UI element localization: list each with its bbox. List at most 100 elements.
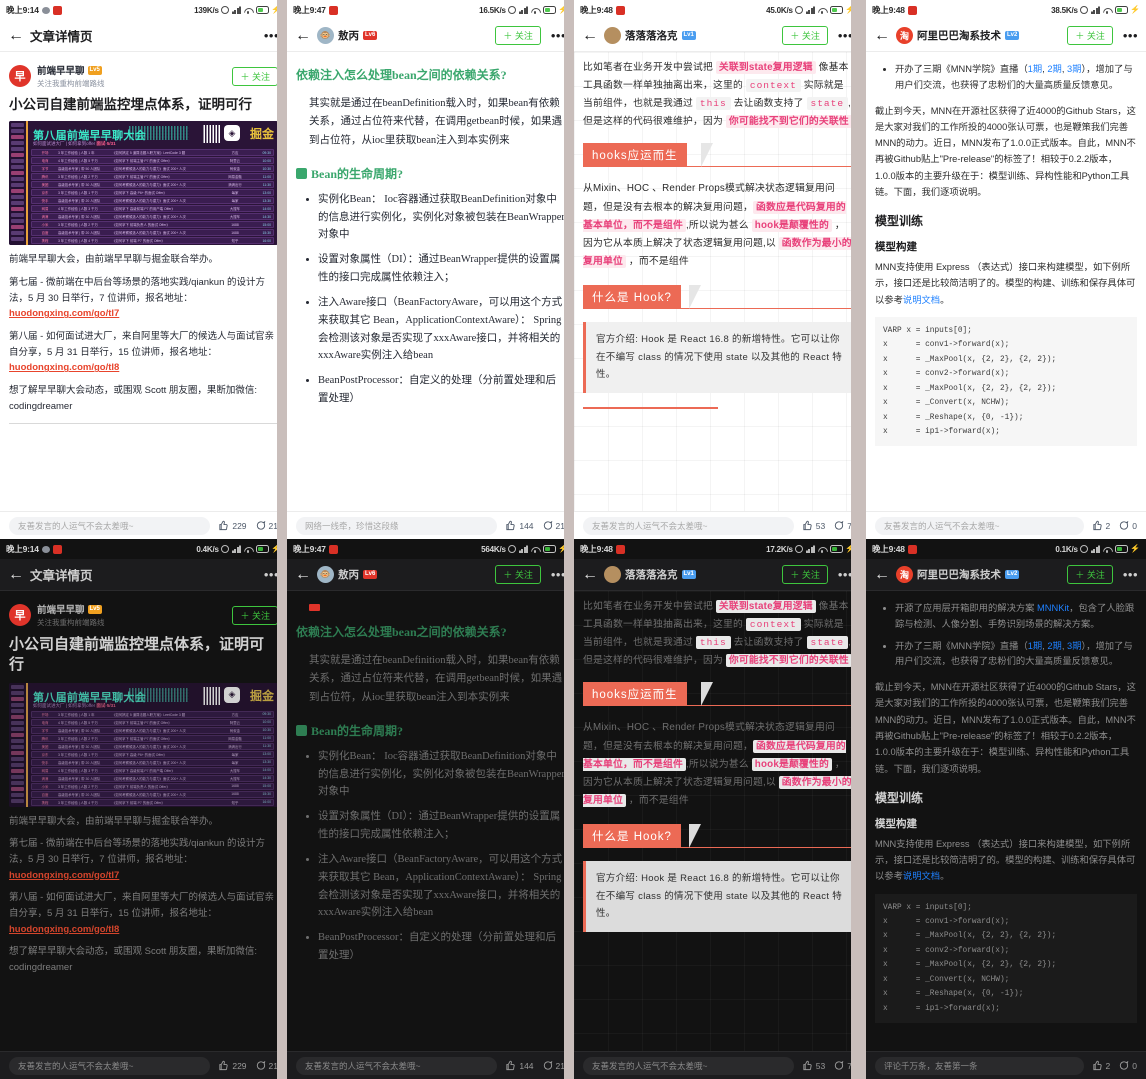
like-button[interactable]: 2 [1092,1060,1110,1071]
like-button[interactable]: 229 [218,520,247,531]
author-header[interactable]: 淘 阿里巴巴淘系技术 Lv2 [896,27,1020,44]
cell-time: 13:30 [262,198,272,203]
author-header[interactable]: 🐵 敖丙 Lv6 [317,27,378,44]
comment-button[interactable]: 7 [833,1060,852,1071]
comment-button[interactable]: 21 [542,1060,565,1071]
like-button[interactable]: 229 [218,1060,247,1071]
level-badge: Lv1 [681,570,696,579]
cell-exp: 高级技术专家 | 带 30 人团队 [58,183,101,188]
back-icon[interactable]: ← [874,566,890,583]
comment-button[interactable]: 0 [1118,1060,1137,1071]
table-row: 网易 4 年工作经验 | 人数 3 千万 《如何拿下 高级前端 P7 的用户端 Of… [31,205,274,213]
list-item: 注入Aware接口（BeanFactoryAware，可以用这个方式来获取其它 … [318,294,565,365]
back-icon[interactable]: ← [582,566,598,583]
alarm-icon [221,6,230,14]
comment-button[interactable]: 21 [255,1060,278,1071]
follow-button[interactable]: ＋ 关注 [1067,26,1113,45]
cell-tag: 京东 [41,752,49,757]
conference-poster-image[interactable]: 第八届前端早早聊大会 如何面试进大厂 | 如何拿到offer 面试·5/31 ◈… [9,121,278,246]
comment-button[interactable]: 21 [255,520,278,531]
status-time: 晚上9:48 [872,5,905,15]
follow-button[interactable]: ＋ 关注 [495,565,541,584]
cell-exp: 高级技术专家 | 带 20 人团队 [58,760,101,765]
cell-topic: 《如何拿下 高级前端 P7 的用户端 Offer》 [112,768,175,773]
cell-tag: 字节 [41,728,49,733]
highlight-fragment: 关联到state复用逻辑 [715,61,816,74]
back-icon[interactable]: ← [8,27,24,44]
comment-input[interactable]: 友善发言的人运气不会太差哦~ [875,516,1084,535]
table-row: 百度 高级技术专家 | 带 20 人团队 《如何考察候选人的能力与潜力》面试 200… [31,790,274,798]
like-button[interactable]: 2 [1092,520,1110,531]
like-button[interactable]: 144 [505,520,534,531]
comment-input[interactable]: 友善发言的人运气不会太差哦~ [9,1056,211,1075]
cell-topic: 《如何考察候选人的能力与潜力》面试 200+ 人次 [112,792,186,797]
live-link-2[interactable]: 2期 [1047,64,1061,74]
docs-link[interactable]: 说明文档 [903,295,940,305]
docs-link[interactable]: 说明文档 [903,871,940,881]
author-card[interactable]: 早 前端早早聊 Lv5 关注我重构前端路线 ＋ 关注 [9,598,278,631]
live-link-3[interactable]: 3期 [1067,64,1081,74]
signup-link-tl8[interactable]: huodongxing.com/go/tl8 [9,924,119,935]
signup-link-tl7[interactable]: huodongxing.com/go/tl7 [9,308,119,319]
back-icon[interactable]: ← [582,27,598,44]
comment-input[interactable]: 评论千万条，友善第一条 [875,1056,1084,1075]
more-icon[interactable]: ••• [1119,29,1138,42]
article-paragraph: 前端早早聊大会，由前端早早聊与掘金联合举办。 [9,815,219,827]
back-icon[interactable]: ← [8,566,24,583]
author-header[interactable]: 淘 阿里巴巴淘系技术 Lv2 [896,566,1020,583]
paragraph-text: 第七届 - 微前端在中后台等场景的落地实践/qiankun 的设计方法，5 月 … [9,838,265,865]
follow-button[interactable]: ＋ 关注 [782,565,828,584]
follow-button[interactable]: ＋ 关注 [782,26,828,45]
author-header[interactable]: 🐵 敖丙 Lv6 [317,566,378,583]
comment-input[interactable]: 友善发言的人运气不会太差哦~ [583,1056,794,1075]
live-link-2[interactable]: 2期 [1047,641,1061,651]
nav-bar: ← 文章详情页 ••• [0,559,287,591]
nav-bar: ← 淘 阿里巴巴淘系技术 Lv2 ＋ 关注 ••• [866,20,1146,52]
live-link-1[interactable]: 1期 [1028,64,1042,74]
wifi-icon [817,545,827,553]
author-card[interactable]: 早 前端早早聊 Lv5 关注我重构前端路线 ＋ 关注 [9,59,278,92]
live-link-1[interactable]: 1期 [1028,641,1042,651]
author-header[interactable]: 落落落洛克 Lv1 [604,566,696,583]
comment-input[interactable]: 友善发言的人运气不会太差哦~ [9,516,211,535]
follow-button[interactable]: ＋ 关注 [1067,565,1113,584]
battery-icon [1114,6,1128,14]
text-fragment: 开办了三期《MNN学院》直播（ [895,640,1028,651]
comment-input[interactable]: 网络一线牵，珍惜这段缘 [296,516,498,535]
section-heading: 模型训练 [875,790,924,805]
cell-topic: 《如何搞定 5 道算法题人职方案》LeetCode 3 题 [112,151,186,156]
signup-link-tl8[interactable]: huodongxing.com/go/tl8 [9,362,119,373]
cell-tag: 京东 [41,191,49,196]
comment-input[interactable]: 友善发言的人运气不会太差哦~ [296,1056,498,1075]
back-icon[interactable]: ← [295,27,311,44]
cell-time: 16:00 [262,238,272,243]
comment-button[interactable]: 0 [1118,520,1137,531]
mnnkit-link[interactable]: MNNKit [1037,603,1069,613]
article-content: 早 前端早早聊 Lv5 关注我重构前端路线 ＋ 关注 小公司自建前端监控埋点体系… [0,52,287,511]
cell-topic: 《如何考察候选人的能力与潜力》面试 200+ 人次 [112,199,186,204]
follow-button[interactable]: ＋ 关注 [232,66,278,86]
more-icon[interactable]: ••• [1119,568,1138,581]
like-button[interactable]: 53 [802,520,825,531]
follow-button[interactable]: ＋ 关注 [495,26,541,45]
table-row: 携程 3 年工作经验 | 人数 4 千万 《如何拿下 前端 P7 的面试 Offer… [31,798,274,806]
like-button[interactable]: 53 [802,1060,825,1071]
like-button[interactable]: 144 [505,1060,534,1071]
wifi-icon [1102,545,1112,553]
comment-button[interactable]: 7 [833,520,852,531]
author-header[interactable]: 落落落洛克 Lv1 [604,27,696,44]
back-icon[interactable]: ← [295,566,311,583]
follow-button[interactable]: ＋ 关注 [232,605,278,625]
network-speed: 0.4K/s [196,544,219,554]
conference-poster-image[interactable]: 第八届前端早早聊大会 如何面试进大厂 | 如何拿到offer 面试·5/31 ◈… [9,682,278,807]
heading-text: Bean的生命周期? [311,166,404,181]
comment-input[interactable]: 友善发言的人运气不会太差哦~ [583,516,794,535]
comment-button[interactable]: 21 [542,520,565,531]
article-heading: 依赖注入怎么处理bean之间的依赖关系? [296,624,565,641]
poster-brand: 掘金 [249,127,274,142]
wifi-icon [1102,6,1112,14]
live-link-3[interactable]: 3期 [1067,641,1081,651]
cell-exp: 高级技术专家 | 带 30 人团队 [58,215,101,220]
back-icon[interactable]: ← [874,27,890,44]
signup-link-tl7[interactable]: huodongxing.com/go/tl7 [9,870,119,881]
